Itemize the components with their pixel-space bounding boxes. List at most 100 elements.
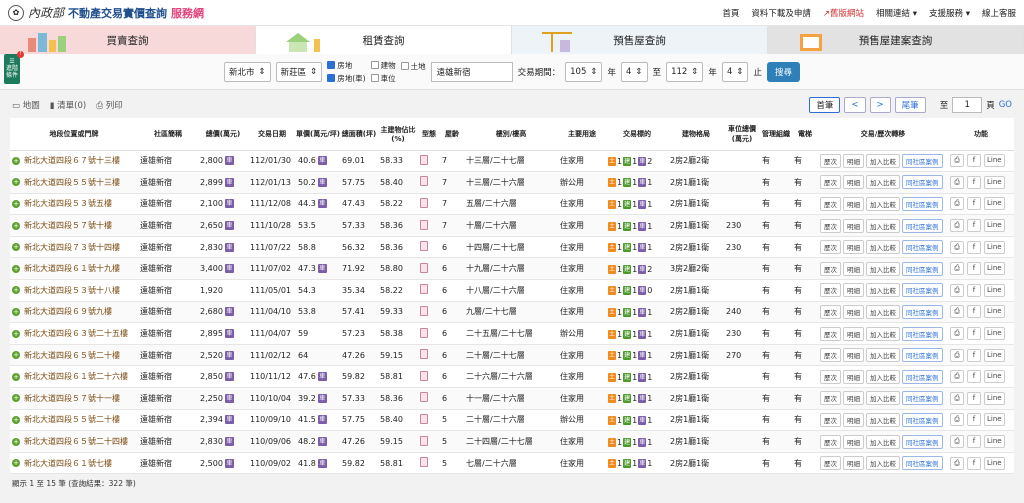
table-row[interactable]: + 新北大道四段６１號七樓 遠雄新宿 2,500 車 110/09/02 41.8 車 59.8… bbox=[10, 452, 1014, 475]
address-link[interactable]: 新北大道四段６１號二十六樓 bbox=[24, 371, 128, 382]
search-button[interactable]: 搜尋 bbox=[767, 61, 801, 82]
column-header[interactable]: 主建物佔比(%) bbox=[378, 118, 418, 151]
column-header[interactable]: 功能 bbox=[948, 118, 1014, 151]
print-icon[interactable]: ⎙ bbox=[950, 391, 964, 405]
community-cases-button[interactable]: 同社區案例 bbox=[902, 326, 943, 341]
table-row[interactable]: + 新北大道四段６５號二十四樓 遠雄新宿 2,830 車 110/09/06 48.2 車 47… bbox=[10, 430, 1014, 453]
address-cell[interactable]: + 新北大道四段６７號十三樓 bbox=[10, 150, 138, 173]
address-cell[interactable]: + 新北大道四段６５號二十樓 bbox=[10, 344, 138, 367]
checkbox-checked[interactable] bbox=[327, 74, 336, 82]
column-header[interactable]: 單價(萬元/坪) bbox=[296, 118, 340, 151]
facebook-share-button[interactable]: f bbox=[967, 283, 981, 297]
facebook-share-button[interactable]: f bbox=[967, 413, 981, 427]
line-share-button[interactable]: Line bbox=[984, 305, 1005, 319]
table-row[interactable]: + 新北大道四段５７號十一樓 遠雄新宿 2,250 車 110/10/04 39.2 車 57.… bbox=[10, 387, 1014, 410]
table-row[interactable]: + 新北大道四段５３號十八樓 遠雄新宿 1,920 111/05/01 54.3 35.34… bbox=[10, 279, 1014, 302]
history-button[interactable]: 歷次 bbox=[820, 283, 841, 298]
table-row[interactable]: + 新北大道四段５５號二十樓 遠雄新宿 2,394 車 110/09/10 41.5 車 57.… bbox=[10, 409, 1014, 432]
table-row[interactable]: + 新北大道四段６１號二十六樓 遠雄新宿 2,850 車 110/11/12 47.6 車 59… bbox=[10, 365, 1014, 389]
address-cell[interactable]: + 新北大道四段７３號十四樓 bbox=[10, 236, 138, 259]
type-land[interactable]: 土地 bbox=[400, 61, 426, 72]
expand-icon[interactable]: + bbox=[12, 307, 20, 316]
facebook-share-button[interactable]: f bbox=[967, 154, 981, 168]
compare-button[interactable]: 加入比較 bbox=[866, 348, 900, 363]
community-cases-button[interactable]: 同社區案例 bbox=[902, 434, 943, 449]
address-cell[interactable]: + 新北大道四段６５號二十四樓 bbox=[10, 430, 138, 453]
detail-button[interactable]: 明細 bbox=[843, 283, 864, 298]
address-link[interactable]: 新北大道四段５５號二十樓 bbox=[24, 414, 120, 425]
address-cell[interactable]: + 新北大道四段５７號十樓 bbox=[10, 214, 138, 237]
line-share-button[interactable]: Line bbox=[984, 327, 1005, 341]
facebook-share-button[interactable]: f bbox=[967, 262, 981, 276]
column-header[interactable]: 屋齡 bbox=[440, 118, 464, 151]
column-header[interactable]: 交易日期 bbox=[248, 118, 296, 151]
to-month-select[interactable]: 4 ⇕ bbox=[721, 61, 749, 82]
address-link[interactable]: 新北大道四段６７號十三樓 bbox=[24, 155, 120, 166]
facebook-share-button[interactable]: f bbox=[967, 219, 981, 233]
community-cases-button[interactable]: 同社區案例 bbox=[902, 175, 943, 190]
compare-button[interactable]: 加入比較 bbox=[866, 434, 900, 449]
compare-button[interactable]: 加入比較 bbox=[866, 261, 900, 276]
address-cell[interactable]: + 新北大道四段６１號七樓 bbox=[10, 452, 138, 475]
print-icon[interactable]: ⎙ bbox=[950, 327, 964, 341]
expand-icon[interactable]: + bbox=[12, 199, 20, 208]
print-icon[interactable]: ⎙ bbox=[950, 154, 964, 168]
line-share-button[interactable]: Line bbox=[984, 413, 1005, 427]
table-row[interactable]: + 新北大道四段５３號五樓 遠雄新宿 2,100 車 111/12/08 44.3 車 47.4… bbox=[10, 193, 1014, 216]
to-year-select[interactable]: 112 ⇕ bbox=[666, 61, 704, 82]
type-parking[interactable]: 車位 bbox=[370, 73, 396, 84]
detail-button[interactable]: 明細 bbox=[843, 348, 864, 363]
expand-icon[interactable]: + bbox=[12, 221, 20, 230]
address-cell[interactable]: + 新北大道四段６９號九樓 bbox=[10, 301, 138, 324]
detail-button[interactable]: 明細 bbox=[843, 240, 864, 255]
history-button[interactable]: 歷次 bbox=[820, 326, 841, 341]
last-page-button[interactable]: 尾筆 bbox=[894, 97, 926, 113]
community-cases-button[interactable]: 同社區案例 bbox=[902, 283, 943, 298]
facebook-share-button[interactable]: f bbox=[967, 175, 981, 189]
tab-presale-project[interactable]: 預售屋建案查詢 bbox=[768, 26, 1024, 54]
advanced-filter-button[interactable]: ☰ 進階條件! bbox=[4, 51, 24, 84]
history-button[interactable]: 歷次 bbox=[820, 153, 841, 168]
print-icon[interactable]: ⎙ bbox=[950, 240, 964, 254]
compare-button[interactable]: 加入比較 bbox=[866, 175, 900, 190]
prev-page-button[interactable]: < bbox=[844, 97, 866, 113]
compare-button[interactable]: 加入比較 bbox=[866, 218, 900, 233]
expand-icon[interactable]: + bbox=[12, 156, 20, 165]
facebook-share-button[interactable]: f bbox=[967, 391, 981, 405]
detail-button[interactable]: 明細 bbox=[843, 175, 864, 190]
keyword-input[interactable]: 遠雄新宿 bbox=[430, 61, 513, 82]
go-button[interactable]: GO bbox=[999, 100, 1012, 110]
print-icon[interactable]: ⎙ bbox=[950, 219, 964, 233]
line-share-button[interactable]: Line bbox=[984, 154, 1005, 168]
column-header[interactable]: 樓別/樓高 bbox=[464, 118, 558, 151]
table-row[interactable]: + 新北大道四段５５號十三樓 遠雄新宿 2,899 車 112/01/13 50.2 車 57.… bbox=[10, 171, 1014, 194]
compare-button[interactable]: 加入比較 bbox=[866, 326, 900, 341]
expand-icon[interactable]: + bbox=[12, 178, 20, 187]
detail-button[interactable]: 明細 bbox=[843, 153, 864, 168]
column-header[interactable]: 電梯 bbox=[792, 118, 818, 151]
expand-icon[interactable]: + bbox=[12, 372, 20, 381]
nav-old-site[interactable]: ↗舊版網站 bbox=[823, 7, 864, 19]
print-icon[interactable]: ⎙ bbox=[950, 348, 964, 362]
list-button[interactable]: ▮ 清單(0) bbox=[50, 99, 86, 111]
detail-button[interactable]: 明細 bbox=[843, 261, 864, 276]
address-link[interactable]: 新北大道四段５７號十一樓 bbox=[24, 393, 120, 404]
table-row[interactable]: + 新北大道四段６９號九樓 遠雄新宿 2,680 車 111/04/10 53.8 57.41… bbox=[10, 301, 1014, 324]
facebook-share-button[interactable]: f bbox=[967, 327, 981, 341]
table-row[interactable]: + 新北大道四段６７號十三樓 遠雄新宿 2,800 車 112/01/30 40.6 車 69.… bbox=[10, 150, 1014, 173]
address-link[interactable]: 新北大道四段６９號九樓 bbox=[24, 306, 112, 317]
compare-button[interactable]: 加入比較 bbox=[866, 304, 900, 319]
from-year-select[interactable]: 105 ⇕ bbox=[565, 61, 603, 82]
compare-button[interactable]: 加入比較 bbox=[866, 412, 900, 427]
column-header[interactable]: 總面積(坪) bbox=[340, 118, 378, 151]
nav-service[interactable]: 線上客服 bbox=[982, 7, 1016, 19]
history-button[interactable]: 歷次 bbox=[820, 391, 841, 406]
expand-icon[interactable]: + bbox=[12, 459, 20, 468]
address-link[interactable]: 新北大道四段５３號五樓 bbox=[24, 198, 112, 209]
city-select[interactable]: 新北市 ⇕ bbox=[223, 61, 271, 82]
print-button[interactable]: ⎙ 列印 bbox=[96, 99, 123, 111]
tab-presale[interactable]: 預售屋查詢 bbox=[512, 26, 768, 54]
facebook-share-button[interactable]: f bbox=[967, 197, 981, 211]
compare-button[interactable]: 加入比較 bbox=[866, 153, 900, 168]
history-button[interactable]: 歷次 bbox=[820, 369, 841, 384]
